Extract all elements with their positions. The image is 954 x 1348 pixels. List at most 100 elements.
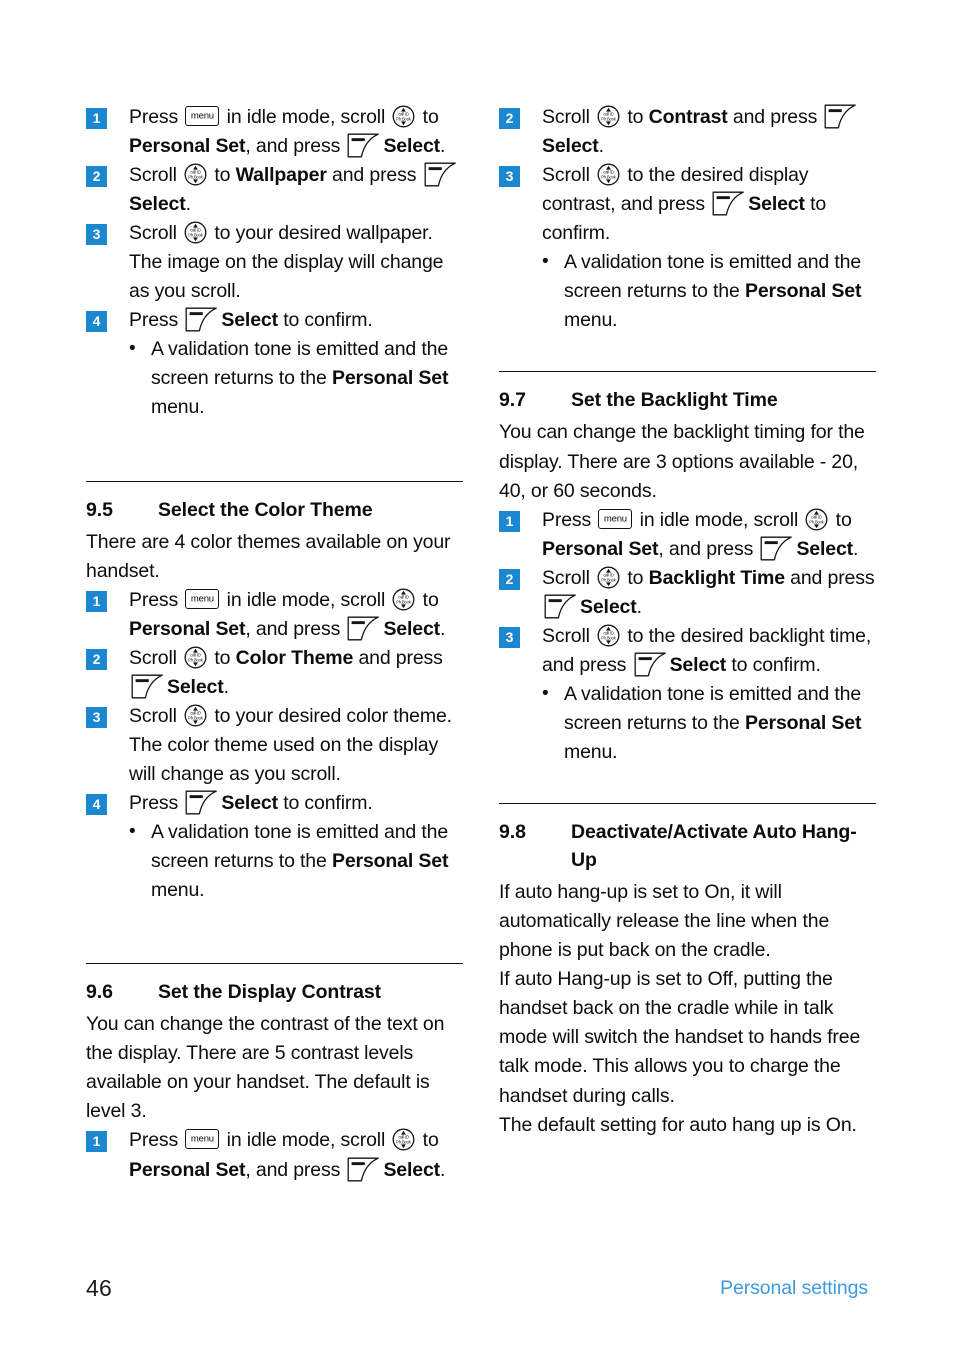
step-text: Scroll call ID Ph.Book to your desired wa… bbox=[129, 221, 444, 303]
step-text: Press menu in idle mode, scroll call ID P… bbox=[129, 1128, 446, 1182]
emphasis-text: Select bbox=[669, 653, 727, 676]
step-number-badge: 4 bbox=[86, 794, 107, 816]
select-soft-key-icon bbox=[185, 790, 218, 815]
numbered-step: 1 Press menu in idle mode, scroll call ID… bbox=[86, 103, 463, 161]
body-paragraph: The default setting for auto hang up is … bbox=[499, 1113, 857, 1136]
scroll-navigation-key-icon: call ID Ph.Book bbox=[392, 1128, 415, 1151]
emphasis-text: Select bbox=[383, 617, 440, 640]
svg-text:Ph.Book: Ph.Book bbox=[601, 175, 617, 180]
select-soft-key-icon bbox=[347, 133, 380, 158]
body-paragraph: If auto hang-up is set to On, it will au… bbox=[499, 881, 830, 962]
step-text: Press menu in idle mode, scroll call ID P… bbox=[129, 105, 446, 158]
svg-text:Ph.Book: Ph.Book bbox=[188, 233, 204, 238]
right-column: 2 Scroll call ID Ph.Book to Contrast and p… bbox=[499, 103, 876, 1185]
numbered-step: 4 Press Select to confirm. bbox=[86, 789, 463, 818]
select-soft-key-icon bbox=[347, 616, 380, 641]
numbered-step: 4 Press Select to confirm. bbox=[86, 306, 463, 335]
svg-text:Ph.Book: Ph.Book bbox=[397, 117, 413, 122]
menu-key-label: menu bbox=[603, 512, 627, 524]
sub-bullet-text: A validation tone is emitted and the scr… bbox=[564, 682, 862, 763]
emphasis-text: Personal Set bbox=[744, 711, 862, 734]
select-soft-key-icon bbox=[185, 307, 218, 332]
section-heading-9-7: 9.7 Set the Backlight Time bbox=[499, 386, 876, 414]
section-divider bbox=[86, 963, 463, 965]
section-heading-9-8: 9.8 Deactivate/Activate Auto Hang-Up bbox=[499, 818, 876, 874]
numbered-step: 1 Press menu in idle mode, scroll call ID… bbox=[499, 506, 876, 564]
select-soft-key-icon bbox=[760, 536, 793, 561]
emphasis-text: Personal Set bbox=[129, 1158, 246, 1181]
menu-key-icon: menu bbox=[185, 106, 220, 126]
scroll-navigation-key-icon: call ID Ph.Book bbox=[597, 105, 620, 128]
footer-section-title: Personal settings bbox=[720, 1276, 868, 1299]
step-text: Scroll call ID Ph.Book to Color Theme and… bbox=[129, 646, 443, 699]
page-number: 46 bbox=[86, 1274, 112, 1301]
step-number-badge: 1 bbox=[499, 510, 520, 532]
step-number-badge: 1 bbox=[86, 108, 107, 129]
sub-bullet-item: • A validation tone is emitted and the sc… bbox=[542, 680, 876, 767]
emphasis-text: Color Theme bbox=[235, 646, 354, 669]
bullet-dot: • bbox=[542, 682, 549, 704]
emphasis-text: Wallpaper bbox=[235, 164, 327, 187]
emphasis-text: Select bbox=[580, 595, 637, 618]
menu-key-icon: menu bbox=[185, 588, 220, 609]
emphasis-text: Select bbox=[796, 537, 853, 560]
contrast-step-list-continued: 2 Scroll call ID Ph.Book to Contrast and p… bbox=[499, 103, 876, 335]
scroll-navigation-key-icon: call ID Ph.Book bbox=[597, 163, 620, 186]
numbered-step: 1 Press menu in idle mode, scroll call ID… bbox=[86, 586, 463, 644]
numbered-step: 1 Press menu in idle mode, scroll call ID… bbox=[86, 1126, 463, 1184]
bullet-dot: • bbox=[129, 821, 136, 843]
numbered-step: 3 Scroll call ID Ph.Book to the desired di… bbox=[499, 161, 876, 248]
emphasis-text: Select bbox=[383, 1158, 440, 1181]
svg-text:Ph.Book: Ph.Book bbox=[601, 577, 617, 582]
step-text: Scroll call ID Ph.Book to Backlight Time … bbox=[542, 566, 875, 619]
emphasis-text: Personal Set bbox=[542, 537, 659, 560]
step-number-badge: 2 bbox=[86, 648, 107, 670]
scroll-navigation-key-icon: call ID Ph.Book bbox=[184, 221, 207, 244]
scroll-navigation-key-icon: call ID Ph.Book bbox=[184, 646, 207, 669]
color-theme-step-list: 1 Press menu in idle mode, scroll call ID… bbox=[86, 586, 463, 906]
section-9-5-intro: There are 4 color themes available on yo… bbox=[86, 530, 451, 582]
scroll-navigation-key-icon: call ID Ph.Book bbox=[597, 566, 620, 589]
sub-bullet-text: A validation tone is emitted and the scr… bbox=[151, 821, 449, 902]
section-number: 9.6 bbox=[86, 981, 113, 1004]
section-9-8-body: If auto hang-up is set to On, it will au… bbox=[499, 878, 876, 1139]
step-text: Scroll call ID Ph.Book to your desired co… bbox=[129, 704, 452, 785]
select-soft-key-icon bbox=[634, 652, 667, 677]
backlight-step-list: 1 Press menu in idle mode, scroll call ID… bbox=[499, 506, 876, 767]
emphasis-text: Select bbox=[383, 135, 440, 158]
numbered-step: 2 Scroll call ID Ph.Book to Contrast and p… bbox=[499, 103, 876, 161]
emphasis-text: Personal Set bbox=[129, 135, 246, 158]
emphasis-text: Contrast bbox=[648, 106, 728, 128]
section-title: Select the Color Theme bbox=[158, 498, 373, 521]
select-soft-key-icon bbox=[131, 674, 164, 699]
svg-text:Ph.Book: Ph.Book bbox=[397, 1140, 413, 1145]
section-number: 9.8 bbox=[499, 821, 526, 844]
numbered-step: 2 Scroll call ID Ph.Book to Color Theme an… bbox=[86, 644, 463, 702]
select-soft-key-icon bbox=[824, 104, 857, 129]
section-9-6-intro: You can change the contrast of the text … bbox=[86, 1013, 445, 1123]
step-number-badge: 3 bbox=[499, 166, 520, 188]
section-title: Set the Display Contrast bbox=[158, 981, 381, 1004]
emphasis-text: Backlight Time bbox=[648, 566, 785, 589]
bullet-dot: • bbox=[542, 251, 549, 273]
body-paragraph: If auto Hang-up is set to Off, putting t… bbox=[499, 968, 861, 1107]
step-number-badge: 2 bbox=[86, 166, 107, 188]
emphasis-text: Select bbox=[221, 309, 278, 332]
scroll-navigation-key-icon: call ID Ph.Book bbox=[597, 624, 620, 647]
step-text: Press menu in idle mode, scroll call ID P… bbox=[129, 588, 446, 641]
step-number-badge: 1 bbox=[86, 590, 107, 612]
emphasis-text: Select bbox=[748, 193, 805, 216]
select-soft-key-icon bbox=[347, 1157, 380, 1182]
step-text: Press menu in idle mode, scroll call ID P… bbox=[542, 508, 859, 561]
step-number-badge: 3 bbox=[86, 224, 107, 246]
step-number-badge: 3 bbox=[499, 626, 520, 648]
select-soft-key-icon bbox=[712, 191, 745, 216]
section-title: Deactivate/Activate Auto Hang-Up bbox=[571, 821, 857, 872]
sub-bullet-item: • A validation tone is emitted and the sc… bbox=[129, 818, 463, 905]
numbered-step: 3 Scroll call ID Ph.Book to your desired w… bbox=[86, 219, 463, 306]
emphasis-text: Personal Set bbox=[744, 280, 862, 303]
scroll-navigation-key-icon: call ID Ph.Book bbox=[184, 704, 207, 727]
emphasis-text: Select bbox=[542, 135, 599, 158]
